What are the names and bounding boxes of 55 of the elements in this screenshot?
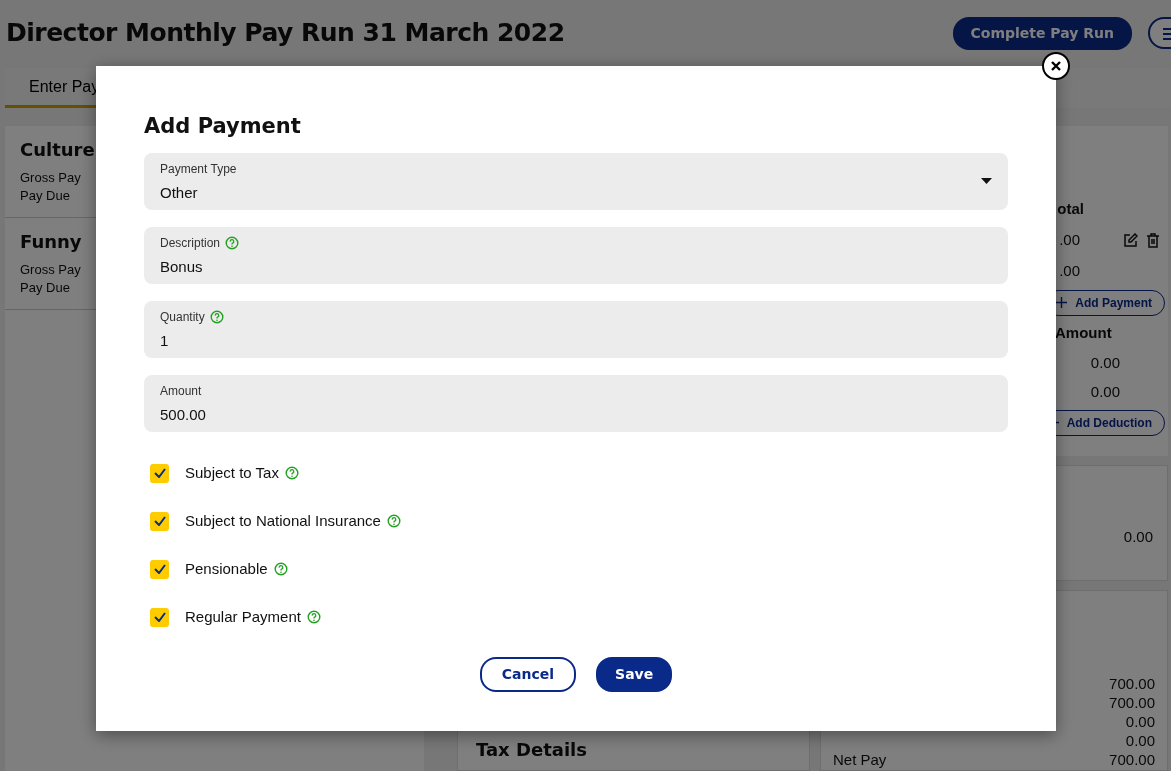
employee-pay-label: Gross Pay <box>20 261 81 279</box>
check-icon <box>153 468 166 479</box>
section-title: Tax Details <box>476 738 587 762</box>
help-icon[interactable] <box>209 310 224 325</box>
checkbox[interactable] <box>150 607 169 627</box>
amount-value: .00 <box>1059 261 1080 282</box>
summary-value: 0.00 <box>1125 713 1155 730</box>
field-label: Payment Type <box>160 161 237 179</box>
amount-value: 0.00 <box>1090 353 1120 374</box>
employee-pay-label: Gross Pay <box>20 169 81 187</box>
trash-icon[interactable] <box>1146 233 1160 248</box>
help-icon[interactable] <box>273 562 288 577</box>
field-label: Description <box>160 235 221 253</box>
summary-value: 700.00 <box>1109 694 1155 711</box>
amount-value: 0.00 <box>1090 382 1120 403</box>
page-title: Director Monthly Pay Run 31 March 2022 <box>6 18 565 48</box>
save-button[interactable]: Save <box>596 657 673 693</box>
help-icon[interactable] <box>386 514 401 529</box>
summary-value: 0.00 <box>1125 732 1155 749</box>
plus-icon <box>1056 297 1068 308</box>
help-icon[interactable] <box>306 610 321 625</box>
edit-icon[interactable] <box>1123 233 1138 248</box>
caret-icon <box>981 178 992 185</box>
help-icon[interactable] <box>225 236 240 251</box>
employee-pay-label: Pay Due <box>20 279 70 297</box>
column-header: Amount <box>1055 323 1113 344</box>
check-icon <box>153 612 166 623</box>
column-header: otal <box>1057 199 1084 220</box>
summary-value: 700.00 <box>1109 675 1155 692</box>
input-field[interactable]: Description Bonus <box>144 227 1008 285</box>
select-field[interactable]: Payment Type Other <box>144 153 1008 211</box>
field-label: Amount <box>160 383 202 401</box>
summary-label: Net Pay <box>833 751 887 768</box>
check-icon <box>153 564 166 575</box>
complete-pay-run-button[interactable]: Complete Pay Run <box>952 16 1132 50</box>
input-field[interactable]: Quantity 1 <box>144 301 1008 359</box>
summary-value: 700.00 <box>1109 751 1155 768</box>
checkbox[interactable] <box>150 559 169 579</box>
checkbox[interactable] <box>150 463 169 483</box>
checkbox-label: Subject to National Insurance <box>185 510 381 531</box>
checkbox-label: Pensionable <box>185 558 268 579</box>
help-icon[interactable] <box>284 466 299 481</box>
check-icon <box>153 516 166 527</box>
amount-value: .00 <box>1059 230 1080 251</box>
checkbox-label: Subject to Tax <box>185 462 279 483</box>
dialog-title: Add Payment <box>144 114 302 140</box>
close-icon <box>1051 61 1061 71</box>
employee-pay-label: Pay Due <box>20 187 70 205</box>
close-button[interactable] <box>1042 52 1070 80</box>
field-label: Quantity <box>160 309 205 327</box>
cancel-button[interactable]: Cancel <box>479 657 577 693</box>
checkbox-label: Regular Payment <box>185 606 301 627</box>
input-field[interactable]: Amount 500.00 <box>144 375 1008 433</box>
amount-value: 0.00 <box>1123 526 1153 547</box>
checkbox[interactable] <box>150 511 169 531</box>
